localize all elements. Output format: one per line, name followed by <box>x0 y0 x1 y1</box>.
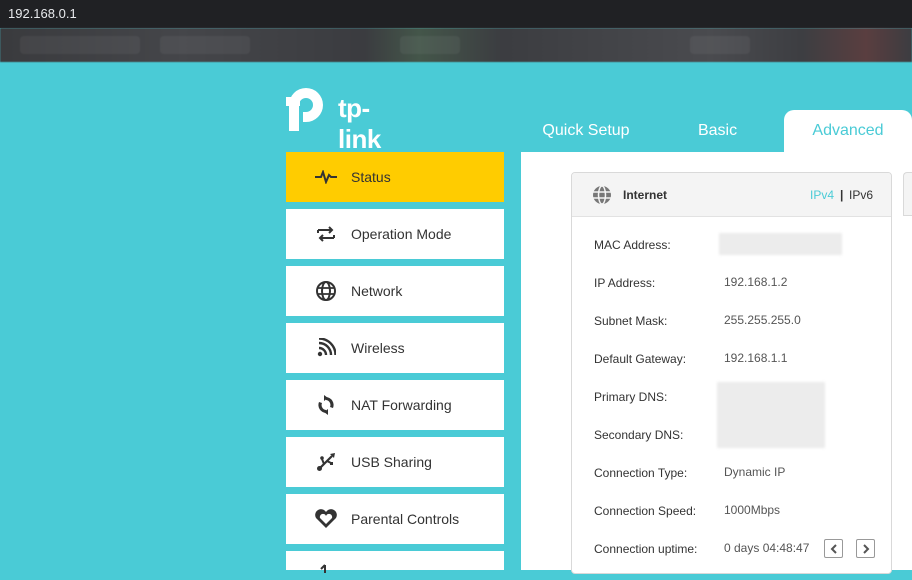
sidebar-item-label: USB Sharing <box>351 454 432 470</box>
dns-redacted <box>717 382 825 448</box>
sidebar-item-label: Network <box>351 283 403 299</box>
ipv4-toggle[interactable]: IPv4 <box>810 188 834 202</box>
usb-icon <box>314 450 338 474</box>
sidebar-item-label: NAT Forwarding <box>351 397 452 413</box>
blurred-bookmark <box>690 36 750 54</box>
connection-speed-label: Connection Speed: <box>594 504 697 518</box>
heart-icon <box>314 507 338 531</box>
tab-advanced[interactable]: Advanced <box>784 110 912 152</box>
primary-dns-label: Primary DNS: <box>594 390 668 404</box>
connection-type-value: Dynamic IP <box>724 465 786 479</box>
sidebar-item-usb-sharing[interactable]: USB Sharing <box>286 437 504 487</box>
sidebar-item-label: Wireless <box>351 340 405 356</box>
blurred-bookmark <box>20 36 140 54</box>
url-text[interactable]: 192.168.0.1 <box>8 6 77 21</box>
tab-basic[interactable]: Basic <box>660 110 775 152</box>
brand-name: tp-link <box>338 93 381 154</box>
globe-icon <box>314 279 338 303</box>
tab-quick-setup[interactable]: Quick Setup <box>526 110 646 152</box>
refresh-icon <box>314 393 338 417</box>
sidebar-item-label: Operation Mode <box>351 226 452 242</box>
connection-uptime-label: Connection uptime: <box>594 542 698 556</box>
tp-link-logo[interactable]: tp-link <box>284 84 381 154</box>
swap-arrows-icon <box>314 222 338 246</box>
mac-address-label: MAC Address: <box>594 238 671 252</box>
bookmarks-bar <box>0 28 912 62</box>
secondary-dns-label: Secondary DNS: <box>594 428 684 442</box>
sidebar-item-operation-mode[interactable]: Operation Mode <box>286 209 504 259</box>
connection-uptime-value: 0 days 04:48:47 <box>724 541 810 555</box>
sidebar-item-partial[interactable] <box>286 551 504 573</box>
adjacent-card-edge <box>903 172 912 216</box>
pulse-icon <box>314 165 338 189</box>
main-content: Internet IPv4 | IPv6 MAC Address: IP Add… <box>521 152 912 574</box>
internet-card-header: Internet IPv4 | IPv6 <box>572 173 891 217</box>
tp-link-logo-mark <box>286 88 323 131</box>
mac-address-redacted <box>719 233 842 255</box>
sidebar-item-parental-controls[interactable]: Parental Controls <box>286 494 504 544</box>
blurred-bookmark <box>160 36 250 54</box>
sidebar-item-wireless[interactable]: Wireless <box>286 323 504 373</box>
sidebar-item-status[interactable]: Status <box>286 152 504 202</box>
default-gateway-value: 192.168.1.1 <box>724 351 788 365</box>
sidebar-item-label: Parental Controls <box>351 511 460 527</box>
internet-card: Internet IPv4 | IPv6 MAC Address: IP Add… <box>571 172 892 574</box>
internet-card-title: Internet <box>623 188 668 202</box>
sidebar-item-network[interactable]: Network <box>286 266 504 316</box>
blurred-bookmark <box>400 36 460 54</box>
partial-icon <box>314 556 338 580</box>
sidebar-item-label: Status <box>351 169 391 185</box>
ipv6-toggle[interactable]: IPv6 <box>849 188 873 202</box>
default-gateway-label: Default Gateway: <box>594 352 687 366</box>
sidebar-item-nat-forwarding[interactable]: NAT Forwarding <box>286 380 504 430</box>
browser-address-bar[interactable]: 192.168.0.1 <box>0 0 912 28</box>
connection-speed-value: 1000Mbps <box>724 503 781 517</box>
uptime-next-button[interactable] <box>856 539 875 558</box>
ip-address-label: IP Address: <box>594 276 656 290</box>
subnet-mask-label: Subnet Mask: <box>594 314 668 328</box>
chevron-right-icon <box>862 543 869 554</box>
chevron-left-icon <box>830 543 837 554</box>
ip-address-value: 192.168.1.2 <box>724 275 788 289</box>
connection-type-label: Connection Type: <box>594 466 688 480</box>
ip-version-separator: | <box>840 188 844 202</box>
uptime-prev-button[interactable] <box>824 539 843 558</box>
subnet-mask-value: 255.255.255.0 <box>724 313 801 327</box>
wifi-icon <box>314 336 338 360</box>
globe-icon <box>592 185 612 210</box>
